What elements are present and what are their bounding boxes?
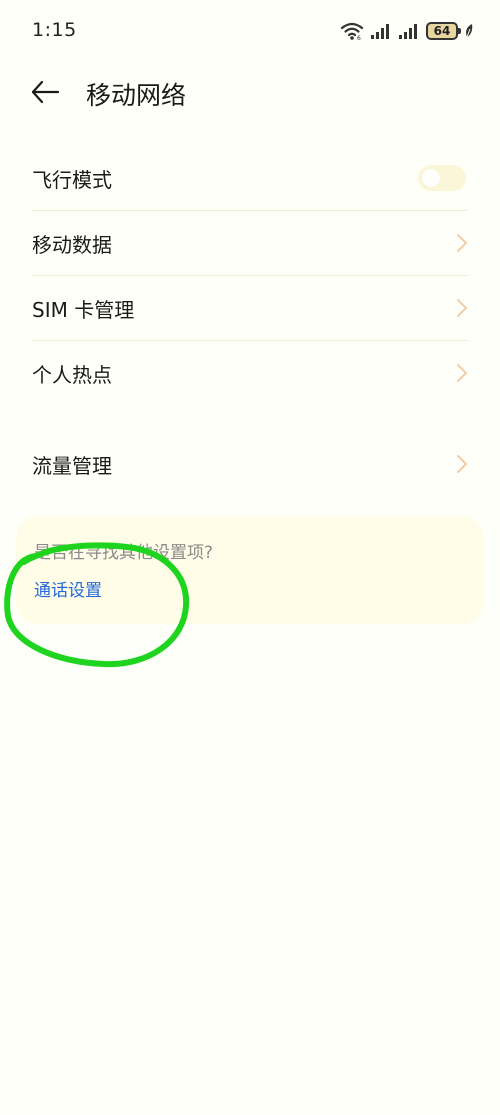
suggestion-title: 是否在寻找其他设置项?: [34, 543, 214, 563]
data-usage-label: 流量管理: [32, 453, 112, 478]
personal-hotspot-row[interactable]: 个人热点: [32, 341, 468, 405]
settings-list: 飞行模式 移动数据 SIM 卡管理 个人热点 流量管理: [32, 146, 468, 496]
sim-management-row[interactable]: SIM 卡管理: [32, 276, 468, 340]
data-usage-row[interactable]: 流量管理: [32, 432, 468, 496]
wifi-icon: 6: [340, 21, 364, 41]
svg-text:6: 6: [357, 35, 361, 41]
airplane-mode-label: 飞行模式: [32, 167, 112, 192]
chevron-right-icon: [456, 298, 468, 318]
call-settings-link[interactable]: 通话设置: [34, 576, 102, 601]
battery-level: 64: [433, 24, 451, 38]
status-time: 1:15: [32, 19, 77, 41]
mobile-data-row[interactable]: 移动数据: [32, 211, 468, 275]
back-button[interactable]: [28, 76, 68, 112]
group-gap: [32, 405, 468, 432]
page-title: 移动网络: [86, 81, 187, 110]
signal-icon: [370, 22, 392, 40]
header: 移动网络: [0, 62, 500, 126]
sim-management-label: SIM 卡管理: [32, 297, 135, 322]
arrow-left-icon: [28, 80, 60, 112]
chevron-right-icon: [456, 363, 468, 383]
airplane-mode-toggle[interactable]: [418, 165, 466, 191]
personal-hotspot-label: 个人热点: [32, 362, 112, 387]
toggle-knob: [422, 169, 440, 187]
mobile-data-label: 移动数据: [32, 232, 112, 257]
suggestion-card: 是否在寻找其他设置项? 通话设置: [16, 516, 484, 624]
leaf-icon: [464, 23, 474, 39]
status-bar: 1:15 6 64: [0, 0, 500, 62]
chevron-right-icon: [456, 233, 468, 253]
chevron-right-icon: [456, 454, 468, 474]
battery-icon: 64: [426, 22, 461, 40]
status-icons: 6 64: [340, 20, 474, 42]
signal-icon: [398, 22, 420, 40]
airplane-mode-row[interactable]: 飞行模式: [32, 146, 468, 210]
